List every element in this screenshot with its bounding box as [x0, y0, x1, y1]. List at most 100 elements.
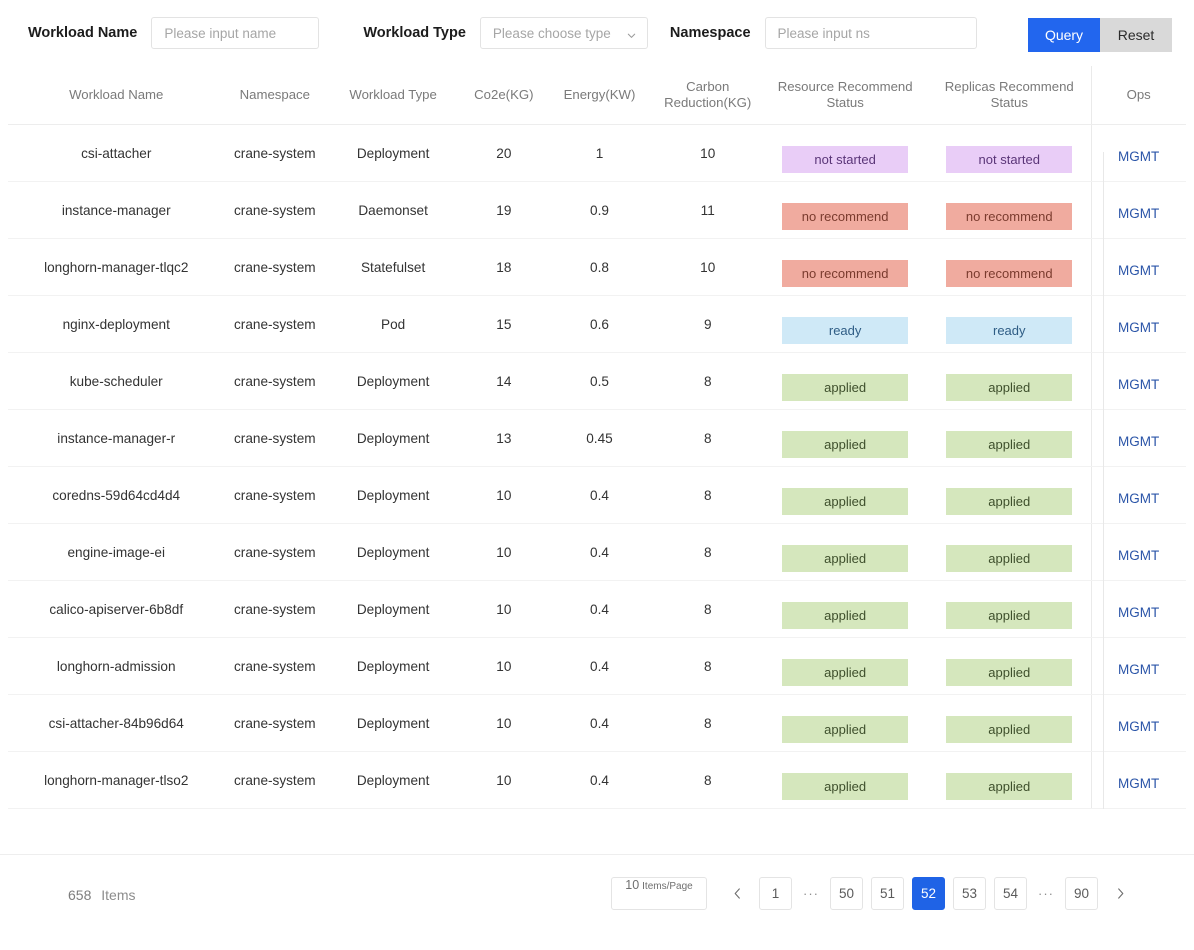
mgmt-link[interactable]: MGMT: [1118, 320, 1159, 335]
prev-page-button[interactable]: [723, 879, 751, 909]
cell-carbon-reduction: 11: [652, 181, 764, 239]
workload-table: Workload Name Namespace Workload Type Co…: [8, 66, 1186, 809]
workload-name-input[interactable]: [151, 17, 320, 49]
cell-co2e: 10: [461, 523, 547, 581]
column-header-ops: Ops: [1091, 66, 1186, 125]
mgmt-link[interactable]: MGMT: [1118, 206, 1159, 221]
status-badge: applied: [782, 715, 909, 743]
cell-energy: 0.4: [546, 523, 653, 581]
table-header-row: Workload Name Namespace Workload Type Co…: [8, 66, 1186, 125]
page-button[interactable]: 50: [830, 877, 863, 910]
page-size-select[interactable]: 10 Items/Page: [611, 877, 707, 910]
cell-ops: MGMT: [1091, 751, 1186, 809]
cell-co2e: 20: [461, 124, 547, 182]
cell-workload-type: Statefulset: [325, 238, 462, 296]
cell-workload-name: kube-scheduler: [8, 352, 225, 410]
column-header-workload-type[interactable]: Workload Type: [325, 66, 462, 125]
status-badge: ready: [946, 316, 1073, 344]
column-header-workload-name[interactable]: Workload Name: [8, 66, 225, 125]
status-badge: ready: [782, 316, 909, 344]
column-header-co2e[interactable]: Co2e(KG): [461, 66, 547, 125]
cell-ops: MGMT: [1091, 580, 1186, 638]
column-header-resource-recommend-status[interactable]: Resource Recommend Status: [763, 66, 928, 125]
page-ellipsis[interactable]: ···: [798, 886, 824, 901]
status-badge: applied: [946, 544, 1073, 572]
mgmt-link[interactable]: MGMT: [1118, 377, 1159, 392]
workload-name-filter: Workload Name: [28, 17, 320, 49]
cell-resource-recommend-status: applied: [763, 523, 928, 581]
column-header-energy[interactable]: Energy(KW): [546, 66, 653, 125]
workload-type-select[interactable]: Please choose type: [479, 17, 648, 49]
column-header-replicas-recommend-status[interactable]: Replicas Recommend Status: [927, 66, 1092, 125]
status-badge: applied: [946, 658, 1073, 686]
cell-resource-recommend-status: applied: [763, 751, 928, 809]
cell-workload-type: Deployment: [325, 523, 462, 581]
cell-replicas-recommend-status: applied: [927, 409, 1092, 467]
cell-ops: MGMT: [1091, 466, 1186, 524]
cell-workload-type: Deployment: [325, 466, 462, 524]
cell-ops: MGMT: [1091, 295, 1186, 353]
page-ellipsis[interactable]: ···: [1033, 886, 1059, 901]
column-header-namespace[interactable]: Namespace: [224, 66, 326, 125]
page-button-active[interactable]: 52: [912, 877, 945, 910]
page-button[interactable]: 53: [953, 877, 986, 910]
status-badge: applied: [946, 373, 1073, 401]
page-button[interactable]: 90: [1065, 877, 1098, 910]
cell-namespace: crane-system: [224, 238, 326, 296]
cell-workload-name: engine-image-ei: [8, 523, 225, 581]
mgmt-link[interactable]: MGMT: [1118, 548, 1159, 563]
cell-workload-type: Deployment: [325, 580, 462, 638]
status-badge: applied: [782, 544, 909, 572]
cell-workload-type: Deployment: [325, 124, 462, 182]
reset-button[interactable]: Reset: [1100, 18, 1172, 52]
status-badge: no recommend: [782, 259, 909, 287]
cell-workload-type: Deployment: [325, 352, 462, 410]
cell-replicas-recommend-status: no recommend: [927, 238, 1092, 296]
next-page-button[interactable]: [1106, 879, 1134, 909]
status-badge: applied: [946, 772, 1073, 800]
column-header-carbon-reduction[interactable]: Carbon Reduction(KG): [652, 66, 764, 125]
cell-energy: 1: [546, 124, 653, 182]
page-button[interactable]: 51: [871, 877, 904, 910]
mgmt-link[interactable]: MGMT: [1118, 662, 1159, 677]
cell-co2e: 10: [461, 637, 547, 695]
cell-workload-name: csi-attacher-84b96d64: [8, 694, 225, 752]
cell-resource-recommend-status: applied: [763, 637, 928, 695]
cell-workload-type: Pod: [325, 295, 462, 353]
cell-co2e: 10: [461, 751, 547, 809]
mgmt-link[interactable]: MGMT: [1118, 434, 1159, 449]
cell-ops: MGMT: [1091, 637, 1186, 695]
mgmt-link[interactable]: MGMT: [1118, 776, 1159, 791]
mgmt-link[interactable]: MGMT: [1118, 719, 1159, 734]
cell-workload-name: longhorn-manager-tlso2: [8, 751, 225, 809]
page-button[interactable]: 54: [994, 877, 1027, 910]
mgmt-link[interactable]: MGMT: [1118, 263, 1159, 278]
cell-ops: MGMT: [1091, 409, 1186, 467]
mgmt-link[interactable]: MGMT: [1118, 491, 1159, 506]
cell-namespace: crane-system: [224, 466, 326, 524]
cell-workload-type: Deployment: [325, 694, 462, 752]
table-header: Workload Name Namespace Workload Type Co…: [8, 66, 1186, 125]
table-row: instance-manager-r crane-system Deployment…: [8, 409, 1186, 467]
status-badge: no recommend: [946, 202, 1073, 230]
total-items-label: 658 Items: [68, 887, 135, 903]
cell-replicas-recommend-status: ready: [927, 295, 1092, 353]
cell-resource-recommend-status: no recommend: [763, 238, 928, 296]
mgmt-link[interactable]: MGMT: [1118, 149, 1159, 164]
filter-bar: Workload Name Workload Type Please choos…: [0, 0, 1194, 66]
cell-resource-recommend-status: applied: [763, 409, 928, 467]
page-button[interactable]: 1: [759, 877, 792, 910]
pagination: 10 Items/Page 1 ··· 50 51 52 53 54 ··· 90: [611, 877, 1138, 910]
cell-resource-recommend-status: applied: [763, 694, 928, 752]
namespace-input[interactable]: [764, 17, 977, 49]
mgmt-link[interactable]: MGMT: [1118, 605, 1159, 620]
table-row: longhorn-manager-tlqc2 crane-system Statef…: [8, 238, 1186, 296]
cell-carbon-reduction: 8: [652, 694, 764, 752]
cell-namespace: crane-system: [224, 124, 326, 182]
query-button[interactable]: Query: [1028, 18, 1100, 52]
cell-namespace: crane-system: [224, 352, 326, 410]
workload-table-container: Workload Name Namespace Workload Type Co…: [0, 66, 1194, 809]
cell-replicas-recommend-status: not started: [927, 124, 1092, 182]
total-items-count: 658: [68, 887, 92, 903]
cell-workload-type: Deployment: [325, 637, 462, 695]
